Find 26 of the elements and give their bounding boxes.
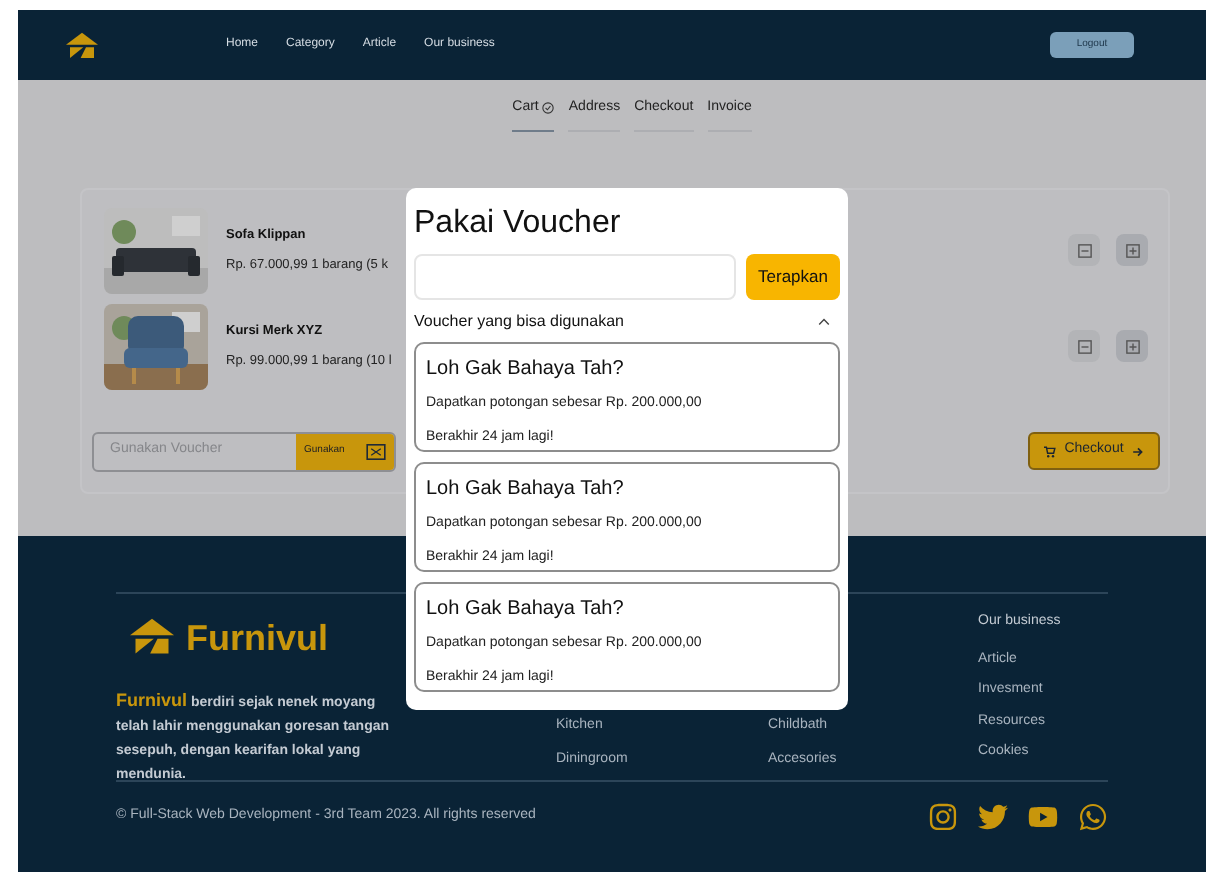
- youtube-icon[interactable]: [1028, 802, 1058, 832]
- decrease-button[interactable]: [1068, 234, 1100, 266]
- voucher-title: Loh Gak Bahaya Tah?: [426, 476, 626, 504]
- apply-button[interactable]: Terapkan: [746, 254, 840, 300]
- plus-icon: [1125, 339, 1139, 353]
- instagram-icon[interactable]: [928, 802, 958, 832]
- house-logo-icon: [66, 31, 98, 59]
- whatsapp-icon[interactable]: [1078, 802, 1108, 832]
- voucher-code-input[interactable]: [414, 254, 736, 300]
- brand-name: Furnivul: [186, 619, 328, 655]
- increase-button[interactable]: [1116, 330, 1148, 362]
- dialog-title: Pakai Voucher: [414, 204, 623, 244]
- house-logo-icon: [130, 618, 174, 656]
- minus-icon: [1077, 339, 1091, 353]
- voucher-list-toggle[interactable]: Voucher yang bisa digunakan: [414, 310, 840, 334]
- voucher-title: Loh Gak Bahaya Tah?: [426, 356, 626, 384]
- increase-button[interactable]: [1116, 234, 1148, 266]
- twitter-icon[interactable]: [978, 802, 1008, 832]
- minus-icon: [1077, 243, 1091, 257]
- decrease-button[interactable]: [1068, 330, 1100, 362]
- arrow-right-icon: [1131, 445, 1144, 457]
- chevron-up-icon: [818, 318, 830, 326]
- cart-icon: [1044, 445, 1057, 457]
- voucher-title: Loh Gak Bahaya Tah?: [426, 596, 626, 624]
- plus-icon: [1125, 243, 1139, 257]
- check-circle-icon: [542, 102, 555, 115]
